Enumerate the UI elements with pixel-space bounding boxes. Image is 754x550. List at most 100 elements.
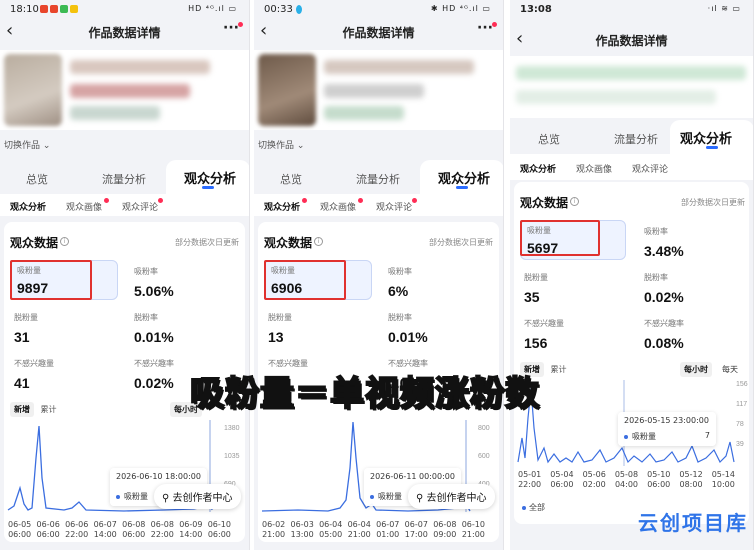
series-dot xyxy=(370,494,374,499)
chart-tab-cumulative[interactable]: 累计 xyxy=(547,362,571,377)
y-tick: 78 xyxy=(736,421,744,428)
metric-lost-rate: 脱粉率 0.01% xyxy=(388,312,428,345)
metric-label: 脱粉率 xyxy=(644,273,668,282)
update-note: 部分数据次日更新 xyxy=(175,238,239,247)
video-card-blurred[interactable] xyxy=(0,50,249,130)
more-icon[interactable]: ··· xyxy=(223,20,239,36)
x-tick: 05-06 02:00 xyxy=(582,470,606,489)
sub-tabs: 观众分析 观众画像 观众评论 xyxy=(0,194,249,216)
metric-lost-fans: 脱粉量 35 xyxy=(524,272,548,305)
subtab-audience-analysis[interactable]: 观众分析 xyxy=(264,200,300,213)
tab-overview[interactable]: 总览 xyxy=(280,171,302,187)
y-tick: 39 xyxy=(736,441,744,448)
x-tick: 05-10 06:00 xyxy=(647,470,671,489)
main-tabs: 总览 流量分析 观众分析 xyxy=(0,160,249,194)
subtab-audience-comments[interactable]: 观众评论 xyxy=(632,162,668,175)
info-icon[interactable]: i xyxy=(60,237,69,246)
status-time: 18:10 xyxy=(10,4,39,15)
video-card-blurred[interactable] xyxy=(254,50,503,130)
blurred-text xyxy=(324,60,474,74)
tab-overview[interactable]: 总览 xyxy=(538,131,560,147)
subtab-audience-comments[interactable]: 观众评论 xyxy=(122,200,158,213)
subtab-audience-analysis[interactable]: 观众分析 xyxy=(520,162,556,175)
series-dot xyxy=(624,434,628,439)
subtab-audience-portrait[interactable]: 观众画像 xyxy=(320,200,356,213)
y-tick: 600 xyxy=(478,453,490,460)
x-tick: 06-06 22:00 xyxy=(65,520,89,539)
metric-label: 脱粉率 xyxy=(134,313,158,322)
switch-work-button[interactable]: 切换作品 ⌄ xyxy=(4,138,50,151)
main-tabs: 总览 流量分析 观众分析 xyxy=(254,160,503,194)
blurred-text xyxy=(70,106,160,120)
x-tick: 06-06 06:00 xyxy=(36,520,60,539)
x-tick: 05-04 06:00 xyxy=(550,470,574,489)
tooltip-time: 2026-06-10 18:00:00 xyxy=(116,472,201,481)
tab-traffic[interactable]: 流量分析 xyxy=(356,171,400,187)
info-icon[interactable]: i xyxy=(570,197,579,206)
daily-toggle[interactable]: 每天 xyxy=(722,364,738,375)
metric-value: 5.06% xyxy=(134,283,174,299)
tooltip-series: 吸粉量 xyxy=(378,492,402,501)
tooltip-time: 2026-06-11 00:00:00 xyxy=(370,472,455,481)
hourly-toggle[interactable]: 每小时 xyxy=(680,362,712,377)
app-icon xyxy=(50,5,58,13)
x-tick: 06-03 13:00 xyxy=(290,520,314,539)
watermark: 云创项目库 xyxy=(638,511,748,535)
phone-screenshot-2: 00:33 ✱ HD ⁴ᴳ.ıl ▭ ‹ 作品数据详情 ··· 切换作品 ⌄ 总… xyxy=(254,0,504,550)
tab-audience[interactable]: 观众分析 xyxy=(184,168,236,187)
metric-value: 156 xyxy=(524,335,548,351)
info-icon[interactable]: i xyxy=(314,237,323,246)
metric-lost-fans: 脱粉量 13 xyxy=(268,312,292,345)
metric-lost-rate: 脱粉率 0.02% xyxy=(644,272,684,305)
notification-icons xyxy=(40,5,78,13)
x-axis-labels: 05-01 22:00 05-04 06:00 05-06 02:00 05-08 04… xyxy=(518,470,735,490)
tab-traffic[interactable]: 流量分析 xyxy=(614,131,658,147)
subtab-audience-portrait[interactable]: 观众画像 xyxy=(576,162,612,175)
phone-screenshot-1: 18:10 HD ⁴ᴳ.ıl ▭ ‹ 作品数据详情 ··· 切换作品 ⌄ 总览 … xyxy=(0,0,250,550)
metric-value: 0.01% xyxy=(134,329,174,345)
update-note: 部分数据次日更新 xyxy=(681,198,745,207)
switch-work-button[interactable]: 切换作品 ⌄ xyxy=(258,138,304,151)
creator-center-label: 去创作者中心 xyxy=(426,493,487,504)
tab-traffic[interactable]: 流量分析 xyxy=(102,171,146,187)
sub-tabs: 观众分析 观众画像 观众评论 xyxy=(510,154,753,180)
overlay-caption: 吸粉量＝单视频涨粉数 xyxy=(189,373,540,415)
blurred-text xyxy=(70,84,190,98)
chart-legend: 全部 xyxy=(522,502,545,513)
x-tick: 06-07 14:00 xyxy=(93,520,117,539)
x-tick: 06-04 05:00 xyxy=(319,520,343,539)
metric-lost-fans: 脱粉量 31 xyxy=(14,312,38,345)
y-tick: 117 xyxy=(736,401,747,408)
subtab-audience-portrait[interactable]: 观众画像 xyxy=(66,200,102,213)
x-tick: 06-08 06:00 xyxy=(122,520,146,539)
more-icon[interactable]: ··· xyxy=(477,20,493,36)
notification-dot xyxy=(158,198,163,203)
sub-tabs: 观众分析 观众画像 观众评论 xyxy=(254,194,503,216)
tab-audience[interactable]: 观众分析 xyxy=(680,128,732,147)
tab-overview[interactable]: 总览 xyxy=(26,171,48,187)
page-title: 作品数据详情 xyxy=(88,26,161,40)
x-axis-labels: 06-05 06:00 06-06 06:00 06-06 22:00 06-07 14… xyxy=(8,520,231,540)
creator-center-button[interactable]: ⚲ 去创作者中心 xyxy=(154,484,241,509)
chart-tab-new[interactable]: 新增 xyxy=(10,402,34,417)
main-tabs: 总览 流量分析 观众分析 xyxy=(510,120,753,154)
navbar: ‹ 作品数据详情 ··· xyxy=(254,20,503,44)
video-card-blurred[interactable] xyxy=(510,56,753,118)
metric-value: 31 xyxy=(14,329,30,345)
highlight-box xyxy=(264,260,346,300)
metric-value: 3.48% xyxy=(644,243,684,259)
page-title: 作品数据详情 xyxy=(595,34,668,48)
metric-gain-rate: 吸粉率 3.48% xyxy=(644,226,684,259)
chart-tab-cumulative[interactable]: 累计 xyxy=(37,402,61,417)
series-dot xyxy=(116,494,120,499)
creator-center-button[interactable]: ⚲ 去创作者中心 xyxy=(408,484,495,509)
metric-label: 不感兴趣量 xyxy=(14,359,54,368)
subtab-audience-analysis[interactable]: 观众分析 xyxy=(10,200,46,213)
status-time: 00:33 xyxy=(264,4,293,15)
x-tick: 05-14 10:00 xyxy=(711,470,735,489)
metric-label: 吸粉率 xyxy=(134,267,158,276)
tab-audience[interactable]: 观众分析 xyxy=(438,168,490,187)
subtab-audience-comments[interactable]: 观众评论 xyxy=(376,200,412,213)
notification-dot xyxy=(302,198,307,203)
blurred-text xyxy=(324,106,404,120)
